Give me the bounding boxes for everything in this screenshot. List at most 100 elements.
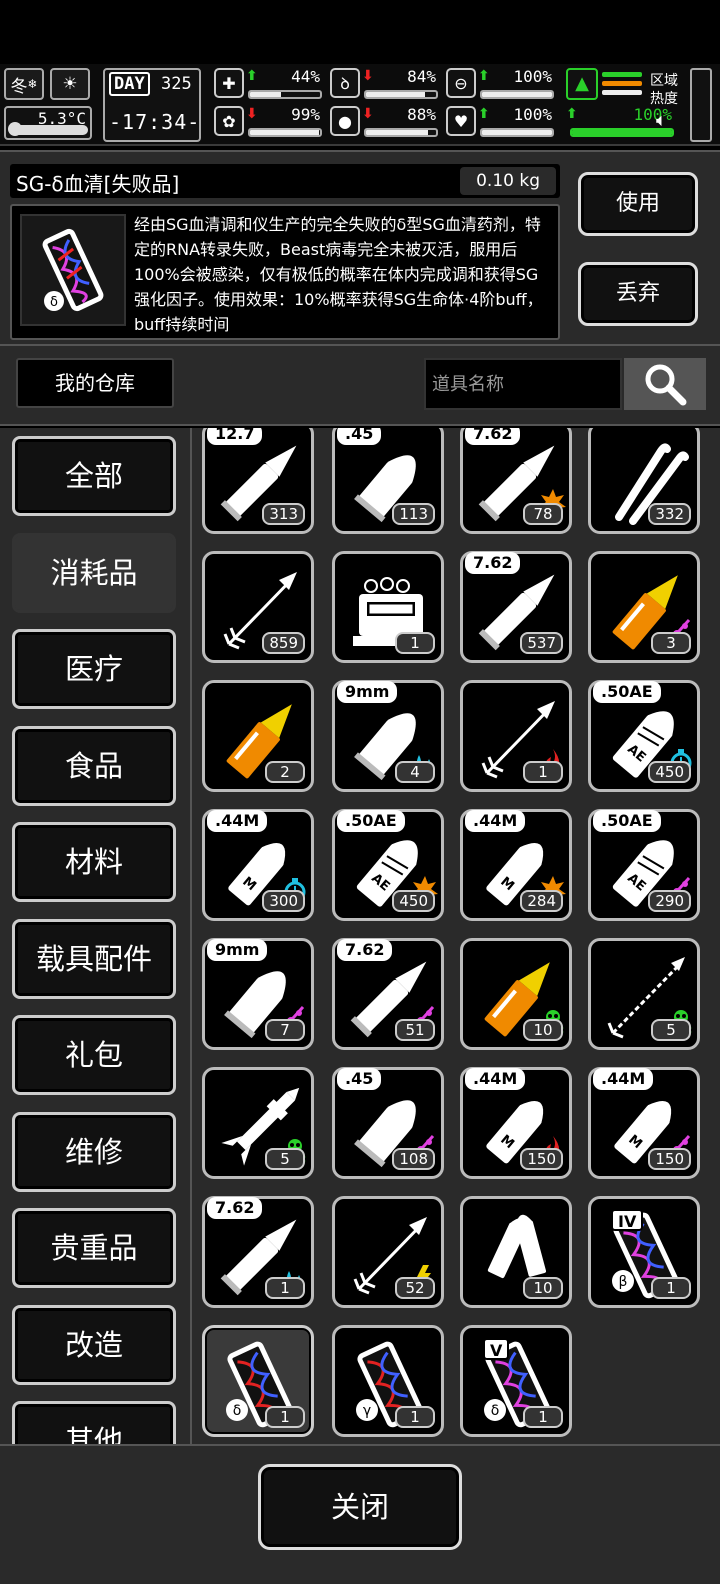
caliber-label: .44M bbox=[207, 810, 268, 832]
item-count: 7 bbox=[265, 1019, 305, 1041]
item-slot[interactable]: 10 bbox=[460, 938, 572, 1050]
item-count: 1 bbox=[265, 1406, 305, 1428]
clock-panel: DAY 325 -17:34- bbox=[103, 68, 201, 142]
item-count: 1 bbox=[651, 1277, 691, 1299]
item-slot[interactable]: 52 bbox=[332, 1196, 444, 1308]
item-slot[interactable]: 7.62 78 bbox=[460, 428, 572, 534]
item-slot[interactable]: 2 bbox=[202, 680, 314, 792]
item-slot[interactable]: AE .50AE 450 bbox=[332, 809, 444, 921]
item-slot[interactable]: δ V 1 bbox=[460, 1325, 572, 1437]
caliber-label: .44M bbox=[465, 810, 526, 832]
stat-bladder: ⊖ ⬆ 100% bbox=[446, 67, 554, 102]
item-slot[interactable]: .45 108 bbox=[332, 1067, 444, 1179]
item-slot[interactable]: 3 bbox=[588, 551, 700, 663]
item-slot[interactable]: γ1 bbox=[332, 1325, 444, 1437]
item-description: 经由SG血清调和仪生产的完全失败的δ型SG血清药剂，特定的RNA转录失败，Bea… bbox=[134, 215, 543, 332]
item-description-box: δ 经由SG血清调和仪生产的完全失败的δ型SG血清药剂，特定的RNA转录失败，B… bbox=[10, 204, 560, 340]
item-slot[interactable]: M .44M 150 bbox=[588, 1067, 700, 1179]
item-slot[interactable]: 12.7 313 bbox=[202, 428, 314, 534]
category-tab[interactable]: 其他 bbox=[12, 1401, 176, 1444]
category-tab[interactable]: 消耗品 bbox=[12, 532, 176, 613]
item-grid: 12.7 313 .45 113 7.62 78 332 859 1 7.62 537 3 2 9mm 4 1… bbox=[190, 428, 720, 1444]
item-slot[interactable]: 5 bbox=[202, 1067, 314, 1179]
stamina-bars bbox=[602, 72, 642, 100]
stat-bar bbox=[248, 90, 322, 99]
item-title-bar: SG-δ血清[失败品] 0.10 kg bbox=[10, 164, 560, 198]
category-tab[interactable]: 维修 bbox=[12, 1111, 176, 1192]
item-slot[interactable]: 859 bbox=[202, 551, 314, 663]
item-slot[interactable]: M .44M 284 bbox=[460, 809, 572, 921]
arrow-down-icon: ⬇ bbox=[362, 68, 374, 84]
caliber-label: .45 bbox=[337, 428, 382, 445]
item-slot[interactable]: 7.62 537 bbox=[460, 551, 572, 663]
item-slot[interactable]: 9mm 7 bbox=[202, 938, 314, 1050]
category-sidebar: 全部消耗品医疗食品材料载具配件礼包维修贵重品改造其他 bbox=[0, 428, 190, 1444]
item-count: 290 bbox=[648, 890, 691, 912]
item-count: 859 bbox=[262, 632, 305, 654]
category-tab[interactable]: 改造 bbox=[12, 1304, 176, 1385]
item-weight: 0.10 kg bbox=[460, 167, 556, 195]
item-slot[interactable]: 7.62 1 bbox=[202, 1196, 314, 1308]
item-slot[interactable]: AE .50AE 290 bbox=[588, 809, 700, 921]
stat-heart: ♥ ⬆ 100% bbox=[446, 105, 554, 140]
item-count: 537 bbox=[520, 632, 563, 654]
item-slot[interactable]: 5 bbox=[588, 938, 700, 1050]
item-count: 1 bbox=[395, 1406, 435, 1428]
discard-button[interactable]: 丢弃 bbox=[578, 262, 698, 326]
caliber-label: 7.62 bbox=[465, 552, 521, 574]
category-tab[interactable]: 载具配件 bbox=[12, 918, 176, 999]
caliber-label: .50AE bbox=[337, 810, 405, 832]
search-input[interactable]: 道具名称 bbox=[424, 358, 622, 410]
category-tab[interactable]: 材料 bbox=[12, 822, 176, 902]
category-tab[interactable]: 全部 bbox=[12, 436, 176, 516]
arrow-down-icon: ⬇ bbox=[362, 106, 374, 122]
category-tab[interactable]: 贵重品 bbox=[12, 1208, 176, 1288]
category-tab[interactable]: 礼包 bbox=[12, 1015, 176, 1095]
arrow-up-icon: ⬆ bbox=[566, 106, 578, 122]
caliber-label: .44M bbox=[465, 1068, 526, 1090]
category-tab[interactable]: 医疗 bbox=[12, 629, 176, 709]
heart-icon: ♥ bbox=[446, 106, 476, 136]
item-slot[interactable]: β IV 1 bbox=[588, 1196, 700, 1308]
item-slot[interactable]: .45 113 bbox=[332, 428, 444, 534]
item-slot[interactable]: M .44M 300 bbox=[202, 809, 314, 921]
item-count: 3 bbox=[651, 632, 691, 654]
item-slot[interactable]: 1 bbox=[332, 551, 444, 663]
item-slot[interactable]: 332 bbox=[588, 428, 700, 534]
serum-icon: δ bbox=[20, 214, 126, 326]
svg-text:δ: δ bbox=[491, 1403, 500, 1419]
use-button[interactable]: 使用 bbox=[578, 172, 698, 236]
item-slot[interactable]: 7.62 51 bbox=[332, 938, 444, 1050]
arrow-up-icon: ⬆ bbox=[246, 68, 258, 84]
item-slot[interactable]: M .44M 150 bbox=[460, 1067, 572, 1179]
caliber-label: .45 bbox=[337, 1068, 382, 1090]
stat-medkit: ✚ ⬆ 44% bbox=[214, 67, 322, 102]
my-warehouse-button[interactable]: 我的仓库 bbox=[16, 358, 174, 408]
game-time: -17:34- bbox=[109, 110, 201, 134]
stat-stomach: ꝺ ⬇ 84% bbox=[330, 67, 438, 102]
caliber-label: 7.62 bbox=[465, 428, 521, 445]
item-slot[interactable]: AE .50AE 450 bbox=[588, 680, 700, 792]
item-slot[interactable]: 9mm 4 bbox=[332, 680, 444, 792]
arrow-up-icon: ⬆ bbox=[478, 106, 490, 122]
stat-value: 44% bbox=[291, 67, 320, 86]
stat-bar bbox=[480, 90, 554, 99]
caliber-label: 12.7 bbox=[207, 428, 263, 445]
category-tab[interactable]: 食品 bbox=[12, 725, 176, 806]
item-count: 313 bbox=[262, 503, 305, 525]
item-slot[interactable]: 1 bbox=[460, 680, 572, 792]
item-slot[interactable]: δ1 bbox=[202, 1325, 314, 1437]
season-indicator: 冬 ❄ bbox=[4, 68, 44, 100]
speaker-icon[interactable]: 🔈︎ bbox=[656, 110, 667, 131]
item-count: 2 bbox=[265, 761, 305, 783]
close-button[interactable]: 关闭 bbox=[258, 1464, 462, 1550]
caliber-label: 9mm bbox=[207, 939, 268, 961]
weather-panel: 冬 ❄ ☀ 5.3°C bbox=[4, 68, 92, 142]
search-button[interactable] bbox=[624, 358, 706, 410]
stat-bar bbox=[248, 128, 322, 137]
item-name: SG-δ血清[失败品] bbox=[16, 172, 180, 196]
item-count: 332 bbox=[648, 503, 691, 525]
medkit-icon: ✚ bbox=[214, 68, 244, 98]
item-slot[interactable]: 10 bbox=[460, 1196, 572, 1308]
leg-icon: ▲ bbox=[566, 68, 598, 100]
